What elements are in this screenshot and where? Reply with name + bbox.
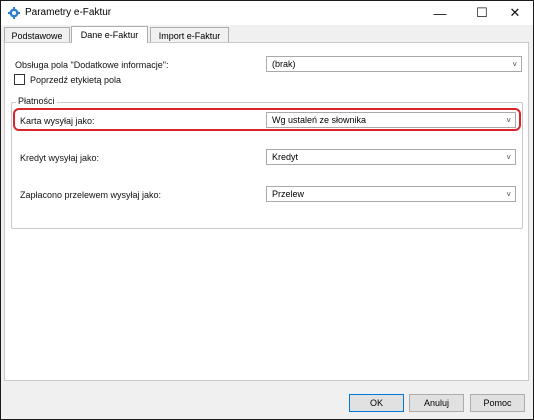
help-button[interactable]: Pomoc [470,394,525,412]
chevron-down-icon: ˅ [506,116,511,125]
dodatkowe-value: (brak) [272,59,296,69]
kredyt-dropdown[interactable]: Kredyt ˅ [266,149,516,165]
kredyt-label: Kredyt wysyłaj jako: [20,153,100,163]
cancel-button[interactable]: Anuluj [409,394,464,412]
dodatkowe-dropdown[interactable]: (brak) ˅ [266,56,522,72]
tab-podstawowe[interactable]: Podstawowe [4,27,70,43]
chevron-down-icon: ˅ [506,190,511,199]
tab-dane-e-faktur[interactable]: Dane e-Faktur [71,26,148,43]
platnosci-group-title: Płatności [16,96,57,106]
ok-button[interactable]: OK [349,394,404,412]
przelew-label: Zapłacono przelewem wysyłaj jako: [20,190,162,200]
app-gear-icon [8,7,20,19]
title-bar: Parametry e-Faktur — ☐ ✕ [1,1,533,25]
karta-label: Karta wysyłaj jako: [20,116,95,126]
kredyt-value: Kredyt [272,152,299,162]
przelew-dropdown[interactable]: Przelew ˅ [266,186,516,202]
dodatkowe-label: Obsługa pola "Dodatkowe informacje": [15,60,169,70]
poprzedz-label: Poprzedź etykietą pola [30,75,122,85]
window-title: Parametry e-Faktur [25,7,112,18]
karta-dropdown[interactable]: Wg ustaleń ze słownika ˅ [266,112,516,128]
chevron-down-icon: ˅ [506,153,511,162]
przelew-value: Przelew [272,189,305,199]
dialog-window: Parametry e-Faktur — ☐ ✕ Podstawowe Dane… [0,0,534,420]
chevron-down-icon: ˅ [512,60,517,69]
tab-import-e-faktur[interactable]: Import e-Faktur [150,27,229,43]
poprzedz-checkbox[interactable] [14,74,25,85]
maximize-button[interactable]: ☐ [465,1,499,25]
minimize-button[interactable]: — [423,1,457,25]
close-button[interactable]: ✕ [498,1,532,25]
karta-value: Wg ustaleń ze słownika [272,115,367,125]
